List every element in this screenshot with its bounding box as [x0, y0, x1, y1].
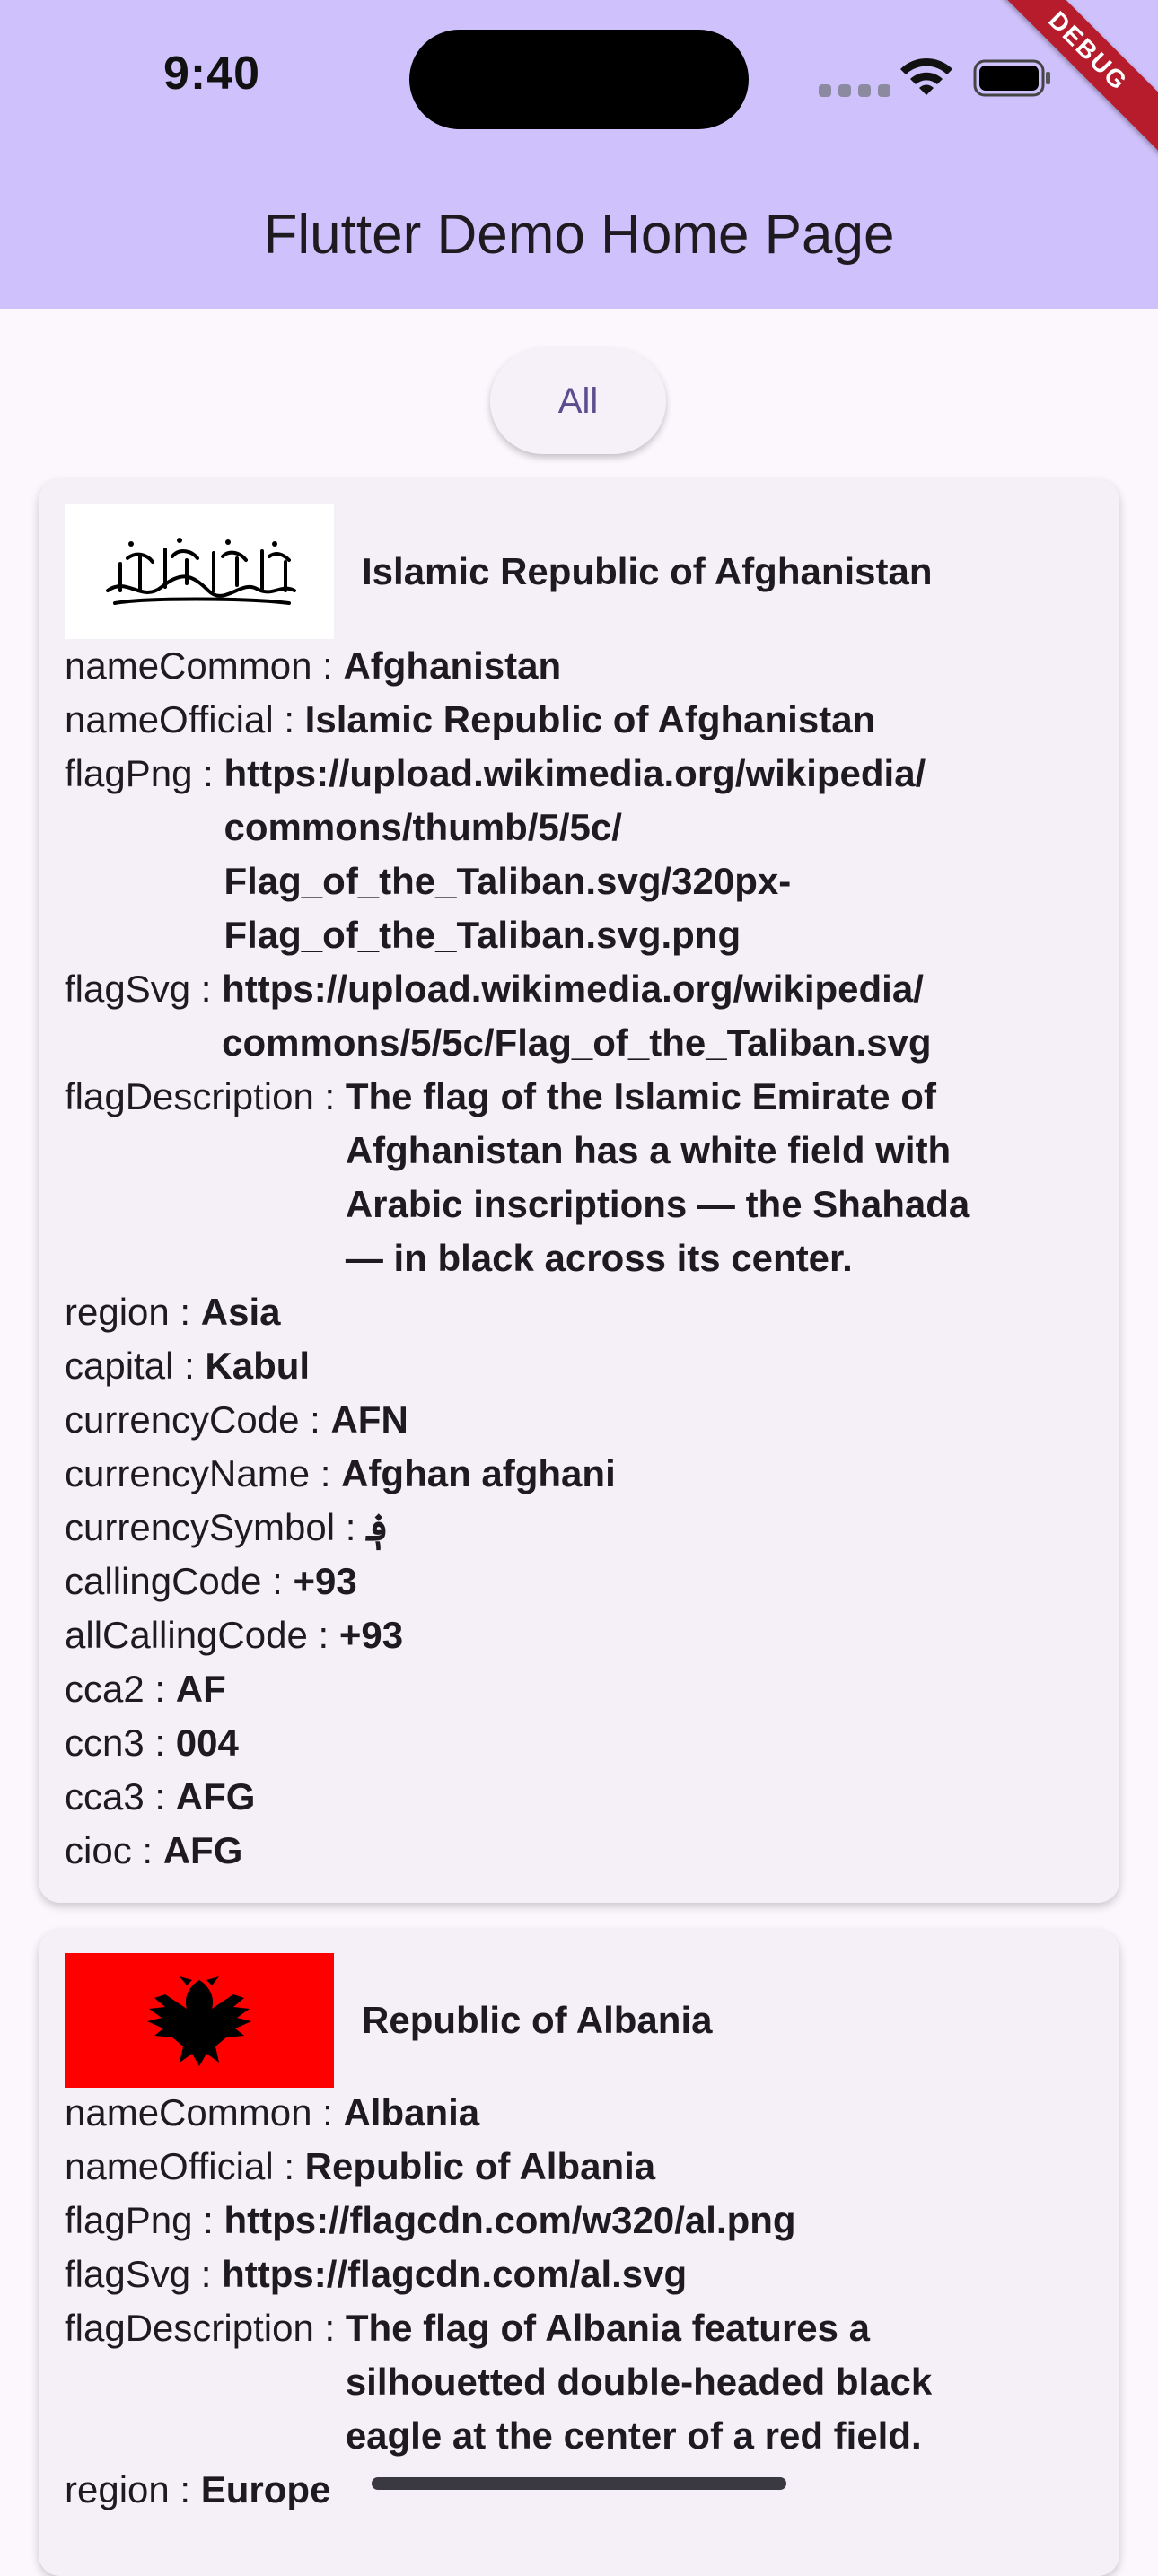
field-name-common: nameCommon : Albania — [65, 2086, 479, 2140]
field-flag-png: flagPng : https://flagcdn.com/w320/al.pn… — [65, 2194, 796, 2247]
status-time: 9:40 — [163, 48, 261, 100]
field-value: Asia — [200, 1291, 281, 1333]
flag-albania-icon — [65, 1953, 334, 2088]
cellular-signal-icon — [819, 84, 890, 97]
field-label: region : — [65, 2468, 201, 2510]
field-label: region : — [65, 1291, 201, 1333]
field-value: The flag of the Islamic Emirate of Afgha… — [346, 1070, 969, 1285]
field-value: AF — [175, 1668, 226, 1710]
description-line: eagle at the center of a red field. — [345, 2414, 922, 2457]
field-value: AFN — [330, 1398, 408, 1441]
field-region: region : Asia — [65, 1285, 280, 1339]
field-label: ccn3 : — [65, 1722, 176, 1764]
field-label: flagSvg : — [65, 968, 223, 1010]
field-value: Kabul — [205, 1345, 311, 1387]
field-value: AFG — [162, 1829, 243, 1871]
field-flag-description: flagDescription : The flag of the Islami… — [65, 1070, 969, 1285]
country-card[interactable]: Islamic Republic of Afghanistan nameComm… — [39, 479, 1119, 1903]
field-name-common: nameCommon : Afghanistan — [65, 639, 561, 693]
home-indicator[interactable] — [372, 2477, 786, 2490]
field-flag-png: flagPng : https://upload.wikimedia.org/w… — [65, 747, 926, 962]
field-flag-svg: flagSvg : https://flagcdn.com/al.svg — [65, 2247, 687, 2301]
field-value: Afghanistan — [343, 644, 562, 687]
description-line: The flag of the Islamic Emirate of — [345, 1075, 936, 1117]
description-line: The flag of Albania features a — [345, 2307, 871, 2349]
flag-afghanistan-icon — [65, 504, 334, 639]
field-label: flagDescription : — [65, 1075, 346, 1117]
url-line: https://upload.wikimedia.org/wikipedia/ — [224, 752, 926, 794]
field-name-official: nameOfficial : Republic of Albania — [65, 2140, 655, 2194]
field-value: ؋ — [366, 1506, 389, 1548]
field-calling-code: callingCode : +93 — [65, 1555, 357, 1608]
field-cioc: cioc : AFG — [65, 1824, 242, 1878]
field-name-official: nameOfficial : Islamic Republic of Afgha… — [65, 693, 875, 747]
description-line: silhouetted double-headed black — [345, 2361, 933, 2403]
field-ccn3: ccn3 : 004 — [65, 1716, 239, 1770]
field-label: nameOfficial : — [65, 2145, 305, 2187]
field-value: +93 — [338, 1614, 404, 1656]
field-label: nameOfficial : — [65, 698, 305, 740]
card-title: Islamic Republic of Afghanistan — [362, 550, 933, 592]
field-value: Islamic Republic of Afghanistan — [304, 698, 876, 740]
field-label: nameCommon : — [65, 2091, 344, 2134]
field-label: currencyCode : — [65, 1398, 331, 1441]
field-value: The flag of Albania features a silhouett… — [346, 2301, 932, 2463]
field-region: region : Europe — [65, 2463, 330, 2517]
field-value: Republic of Albania — [304, 2145, 656, 2187]
field-value: Albania — [343, 2091, 480, 2134]
field-label: callingCode : — [65, 1560, 294, 1602]
field-value: 004 — [175, 1722, 239, 1764]
field-label: flagSvg : — [65, 2253, 223, 2295]
field-value: AFG — [175, 1775, 256, 1818]
description-line: Afghanistan has a white field with — [345, 1129, 952, 1171]
field-flag-description: flagDescription : The flag of Albania fe… — [65, 2301, 932, 2463]
url-line: Flag_of_the_Taliban.svg/320px- — [224, 860, 792, 902]
field-currency-symbol: currencySymbol : ؋ — [65, 1501, 389, 1555]
wifi-icon — [900, 57, 952, 95]
field-capital: capital : Kabul — [65, 1339, 310, 1393]
field-currency-name: currencyName : Afghan afghani — [65, 1447, 616, 1501]
description-line: Arabic inscriptions — the Shahada — [345, 1183, 970, 1225]
url-line: Flag_of_the_Taliban.svg.png — [224, 914, 741, 956]
field-label: cca2 : — [65, 1668, 176, 1710]
app-bar: 9:40 DEBUG Flutter Demo Home Page — [0, 0, 1158, 309]
field-label: cioc : — [65, 1829, 163, 1871]
field-label: cca3 : — [65, 1775, 176, 1818]
field-value: Afghan afghani — [341, 1452, 616, 1494]
field-label: flagDescription : — [65, 2307, 346, 2349]
field-currency-code: currencyCode : AFN — [65, 1393, 408, 1447]
url-line: commons/thumb/5/5c/ — [224, 806, 622, 848]
field-value[interactable]: https://upload.wikimedia.org/wikipedia/ … — [224, 747, 926, 962]
field-value: +93 — [293, 1560, 357, 1602]
field-label: flagPng : — [65, 2199, 224, 2241]
card-title: Republic of Albania — [362, 1999, 713, 2041]
field-label: currencyName : — [65, 1452, 342, 1494]
field-flag-svg: flagSvg : https://upload.wikimedia.org/w… — [65, 962, 932, 1070]
field-label: nameCommon : — [65, 644, 344, 687]
field-value[interactable]: https://flagcdn.com/w320/al.png — [224, 2194, 795, 2247]
field-label: flagPng : — [65, 752, 224, 794]
filter-all-button[interactable]: All — [490, 348, 666, 454]
field-value: Europe — [200, 2468, 331, 2510]
field-label: allCallingCode : — [65, 1614, 339, 1656]
field-value[interactable]: https://flagcdn.com/al.svg — [222, 2247, 687, 2301]
url-line: commons/5/5c/Flag_of_the_Taliban.svg — [222, 1021, 932, 1064]
field-all-calling-code: allCallingCode : +93 — [65, 1608, 403, 1662]
page-title: Flutter Demo Home Page — [263, 204, 895, 266]
field-label: capital : — [65, 1345, 206, 1387]
description-line: — in black across its center. — [345, 1237, 853, 1279]
url-line: https://upload.wikimedia.org/wikipedia/ — [222, 968, 924, 1010]
dynamic-island — [409, 30, 749, 129]
field-cca3: cca3 : AFG — [65, 1770, 255, 1824]
field-value[interactable]: https://upload.wikimedia.org/wikipedia/ … — [222, 962, 931, 1070]
field-cca2: cca2 : AF — [65, 1662, 226, 1716]
battery-icon — [973, 59, 1050, 97]
field-label: currencySymbol : — [65, 1506, 367, 1548]
